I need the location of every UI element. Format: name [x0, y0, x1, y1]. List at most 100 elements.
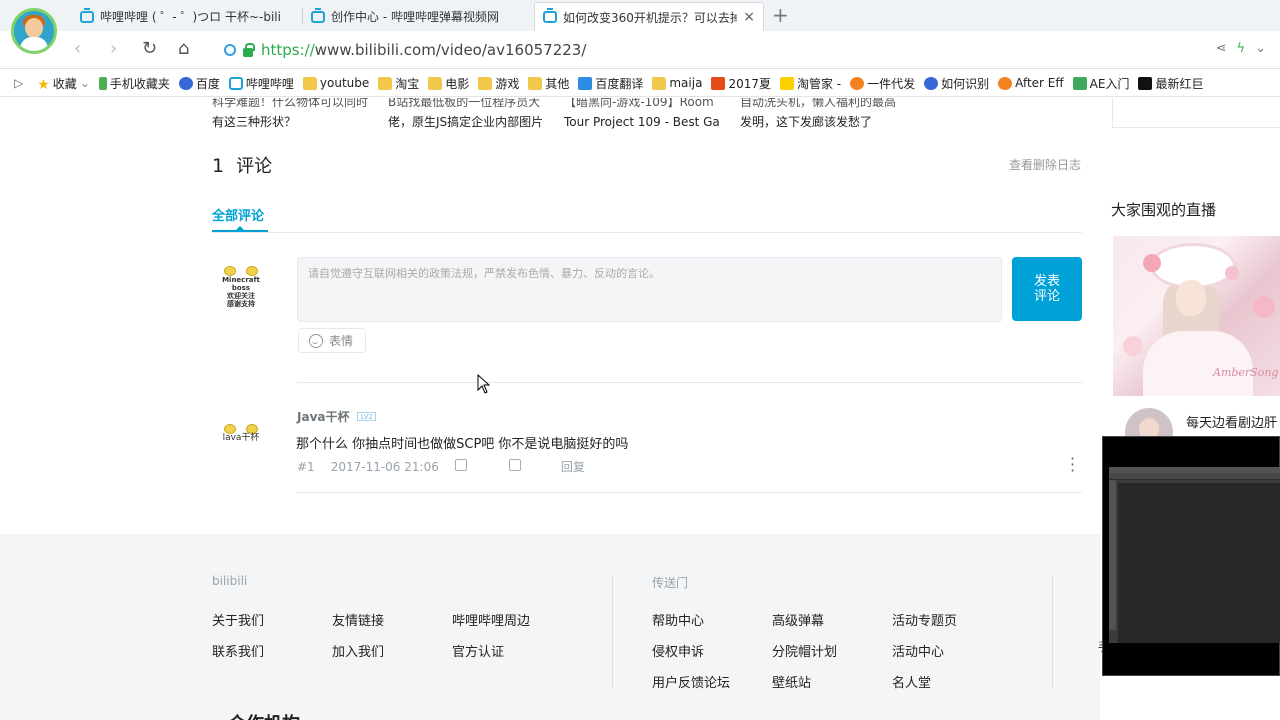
divider: [212, 232, 1082, 233]
bilibili-tv-icon: [80, 7, 94, 23]
footer-link[interactable]: 名人堂: [892, 672, 931, 691]
back-button[interactable]: ‹: [74, 39, 81, 59]
bookmarks-toggle-icon[interactable]: ▷: [14, 76, 23, 90]
footer-link[interactable]: 活动专题页: [892, 610, 957, 629]
footer-head-portal: 传送门: [652, 576, 689, 590]
bookmark-item[interactable]: 哔哩哔哩: [228, 75, 294, 92]
recommended-video[interactable]: 自动洗头机，懒人福利的最高 发明，这下发廊该发愁了: [740, 98, 900, 132]
recommended-video[interactable]: B站找最低板的一位程序员大 佬，原生JS搞定企业内部图片: [388, 98, 548, 132]
bookmark-item[interactable]: 百度: [178, 75, 220, 92]
new-tab-button[interactable]: +: [772, 4, 789, 26]
comment-avatar[interactable]: lava干杯: [216, 408, 266, 458]
footer-link[interactable]: 活动中心: [892, 641, 944, 660]
bookmark-label: 手机收藏夹: [109, 76, 170, 91]
bookmark-item[interactable]: ★ 收藏 ⌄: [37, 75, 90, 93]
comment-username[interactable]: Java干杯 LV2: [297, 408, 376, 425]
footer-link[interactable]: 官方认证: [452, 641, 504, 660]
recommended-video[interactable]: 【暗黑向-游戏-109】Room Tour Project 109 - Best …: [564, 98, 724, 132]
tab-active-video[interactable]: 如何改变360开机提示？可以去掉 ×: [534, 2, 764, 31]
lock-icon: [243, 42, 255, 57]
comment-meta: #1 2017-11-06 21:06 回复: [297, 458, 601, 475]
chevron-down-icon[interactable]: ⌄: [1255, 41, 1266, 56]
emoji-button[interactable]: 表情: [298, 328, 366, 353]
bookmarks-bar: ▷ ★ 收藏 ⌄ 手机收藏夹 百度 哔哩哔哩 youtube 淘宝 电影 游戏 其他 百度翻译 maij…: [0, 70, 1280, 97]
bookmark-item[interactable]: maija: [652, 76, 702, 90]
divider: [297, 492, 1082, 493]
bookmark-item[interactable]: 如何识别: [924, 75, 989, 92]
bookmark-item[interactable]: AE入门: [1072, 75, 1130, 92]
tab-label: 如何改变360开机提示？可以去掉: [563, 10, 738, 25]
bookmark-item[interactable]: After Eff: [998, 76, 1064, 90]
folder-icon: [428, 76, 443, 90]
url-field[interactable]: https://www.bilibili.com/video/av1605722…: [224, 37, 1274, 63]
footer-link[interactable]: 加入我们: [332, 641, 384, 660]
tab-all-comments[interactable]: 全部评论: [212, 205, 264, 224]
footer-link[interactable]: 侵权申诉: [652, 641, 704, 660]
bookmark-item[interactable]: 电影: [428, 75, 469, 92]
footer-link[interactable]: 分院帽计划: [772, 641, 837, 660]
bookmark-item[interactable]: 淘管家 -: [779, 75, 841, 92]
screen-preview-window[interactable]: [1102, 436, 1280, 676]
comment-input[interactable]: 请自觉遵守互联网相关的政策法规，严禁发布色情、暴力、反动的言论。: [297, 257, 1002, 322]
tab-creation-center[interactable]: 创作中心 - 哔哩哔哩弹幕视频网: [303, 2, 533, 31]
close-tab-icon[interactable]: ×: [737, 9, 755, 25]
bookmark-item[interactable]: youtube: [302, 76, 370, 90]
phone-icon: [98, 76, 107, 90]
footer-link[interactable]: 高级弹幕: [772, 610, 824, 629]
more-options-icon[interactable]: · · ·: [1070, 451, 1075, 479]
like-icon[interactable]: [454, 459, 483, 474]
home-button[interactable]: ⌂: [178, 39, 189, 59]
my-avatar[interactable]: Minecraft boss 欢迎关注 感谢支持: [216, 262, 266, 312]
delete-log-link[interactable]: 查看删除日志: [1009, 156, 1081, 173]
comment-text: 那个什么 你抽点时间也做做SCP吧 你不是说电脑挺好的吗: [296, 437, 629, 452]
bookmark-label: 最新红巨: [1155, 76, 1204, 91]
bili-icon: [228, 76, 243, 90]
share-icon[interactable]: ⋖: [1216, 41, 1227, 56]
live-section-title: 大家围观的直播: [1111, 201, 1217, 219]
tab-strip: 哔哩哔哩 ( ゜- ゜)つロ 干杯~-bili 创作中心 - 哔哩哔哩弹幕视频网…: [0, 0, 1280, 54]
bookmark-item[interactable]: 最新红巨: [1138, 75, 1203, 92]
thumbnail-signature: AmberSong: [1213, 366, 1279, 379]
footer-link[interactable]: 联系我们: [212, 641, 264, 660]
bookmark-item[interactable]: 游戏: [478, 75, 519, 92]
bookmark-label: AE入门: [1089, 76, 1130, 91]
footer-link[interactable]: 关于我们: [212, 610, 264, 629]
bookmark-label: 电影: [445, 76, 470, 91]
footer-link[interactable]: 用户反馈论坛: [652, 672, 730, 691]
footer-link[interactable]: 友情链接: [332, 610, 384, 629]
comment-header: 1 评论: [212, 152, 272, 178]
address-actions: ⋖ ϟ ⌄: [1216, 41, 1266, 56]
bookmark-item[interactable]: 其他: [528, 75, 569, 92]
reply-button[interactable]: 回复: [561, 458, 585, 475]
bookmark-label: 收藏: [52, 76, 77, 91]
bookmark-item[interactable]: 淘宝: [378, 75, 419, 92]
bookmark-label: 如何识别: [941, 76, 990, 91]
footer-link[interactable]: 帮助中心: [652, 610, 704, 629]
live-thumbnail[interactable]: AmberSong: [1113, 236, 1280, 396]
footer-link[interactable]: 壁纸站: [772, 672, 811, 691]
folder-icon: [302, 76, 317, 90]
bolt-icon[interactable]: ϟ: [1237, 41, 1246, 56]
bookmark-label: 游戏: [495, 76, 520, 91]
footer-link[interactable]: 哔哩哔哩周边: [452, 610, 530, 629]
footer: bilibili 关于我们 友情链接 哔哩哔哩周边 联系我们 加入我们 官方认证…: [0, 534, 1110, 720]
refresh-button[interactable]: ↻: [142, 39, 157, 59]
live-stream-title[interactable]: 每天边看剧边肝: [1186, 412, 1277, 431]
address-toolbar: ‹ › ↻ ⌂ https://www.bilibili.com/video/a…: [0, 31, 1280, 69]
tab-label: 哔哩哔哩 ( ゜- ゜)つロ 干杯~-bili: [100, 10, 281, 24]
recommended-video[interactable]: 科学难题！什么物体可以同时 有这三种形状？: [212, 98, 372, 132]
security-shield-icon: [224, 44, 236, 56]
profile-avatar[interactable]: [11, 8, 57, 54]
bookmark-item[interactable]: 2017夏: [711, 75, 771, 92]
tab-bilibili-home[interactable]: 哔哩哔哩 ( ゜- ゜)つロ 干杯~-bili: [72, 2, 302, 31]
chevron-down-icon[interactable]: ⌄: [80, 76, 90, 90]
bookmark-item[interactable]: 一件代发: [850, 75, 915, 92]
dislike-icon[interactable]: [508, 459, 537, 474]
bookmark-item[interactable]: 百度翻译: [578, 75, 643, 92]
bookmark-label: youtube: [319, 76, 370, 90]
bookmark-label: 其他: [545, 76, 570, 91]
post-comment-button[interactable]: 发表评论: [1012, 257, 1082, 321]
bookmark-item[interactable]: 手机收藏夹: [98, 75, 170, 92]
folder-icon: [378, 76, 393, 90]
forward-button[interactable]: ›: [110, 39, 117, 59]
